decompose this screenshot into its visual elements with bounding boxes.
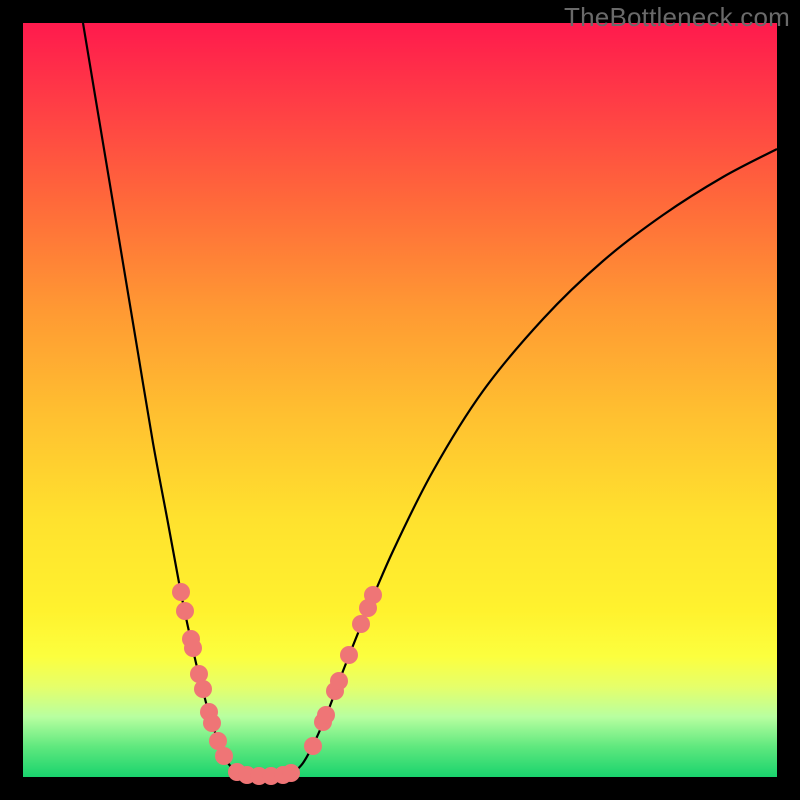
- marker-dot: [184, 639, 202, 657]
- marker-dot: [304, 737, 322, 755]
- marker-dot: [176, 602, 194, 620]
- marker-dot: [194, 680, 212, 698]
- chart-gradient-area: [23, 23, 777, 777]
- marker-dot: [172, 583, 190, 601]
- marker-dot: [364, 586, 382, 604]
- marker-dot: [282, 764, 300, 782]
- chart-svg: [23, 23, 777, 777]
- marker-dot: [352, 615, 370, 633]
- marker-dot-layer: [172, 583, 382, 785]
- bottleneck-curve: [83, 23, 777, 776]
- marker-dot: [203, 714, 221, 732]
- marker-dot: [317, 706, 335, 724]
- marker-dot: [340, 646, 358, 664]
- marker-dot: [215, 747, 233, 765]
- watermark-text: TheBottleneck.com: [564, 2, 790, 33]
- marker-dot: [330, 672, 348, 690]
